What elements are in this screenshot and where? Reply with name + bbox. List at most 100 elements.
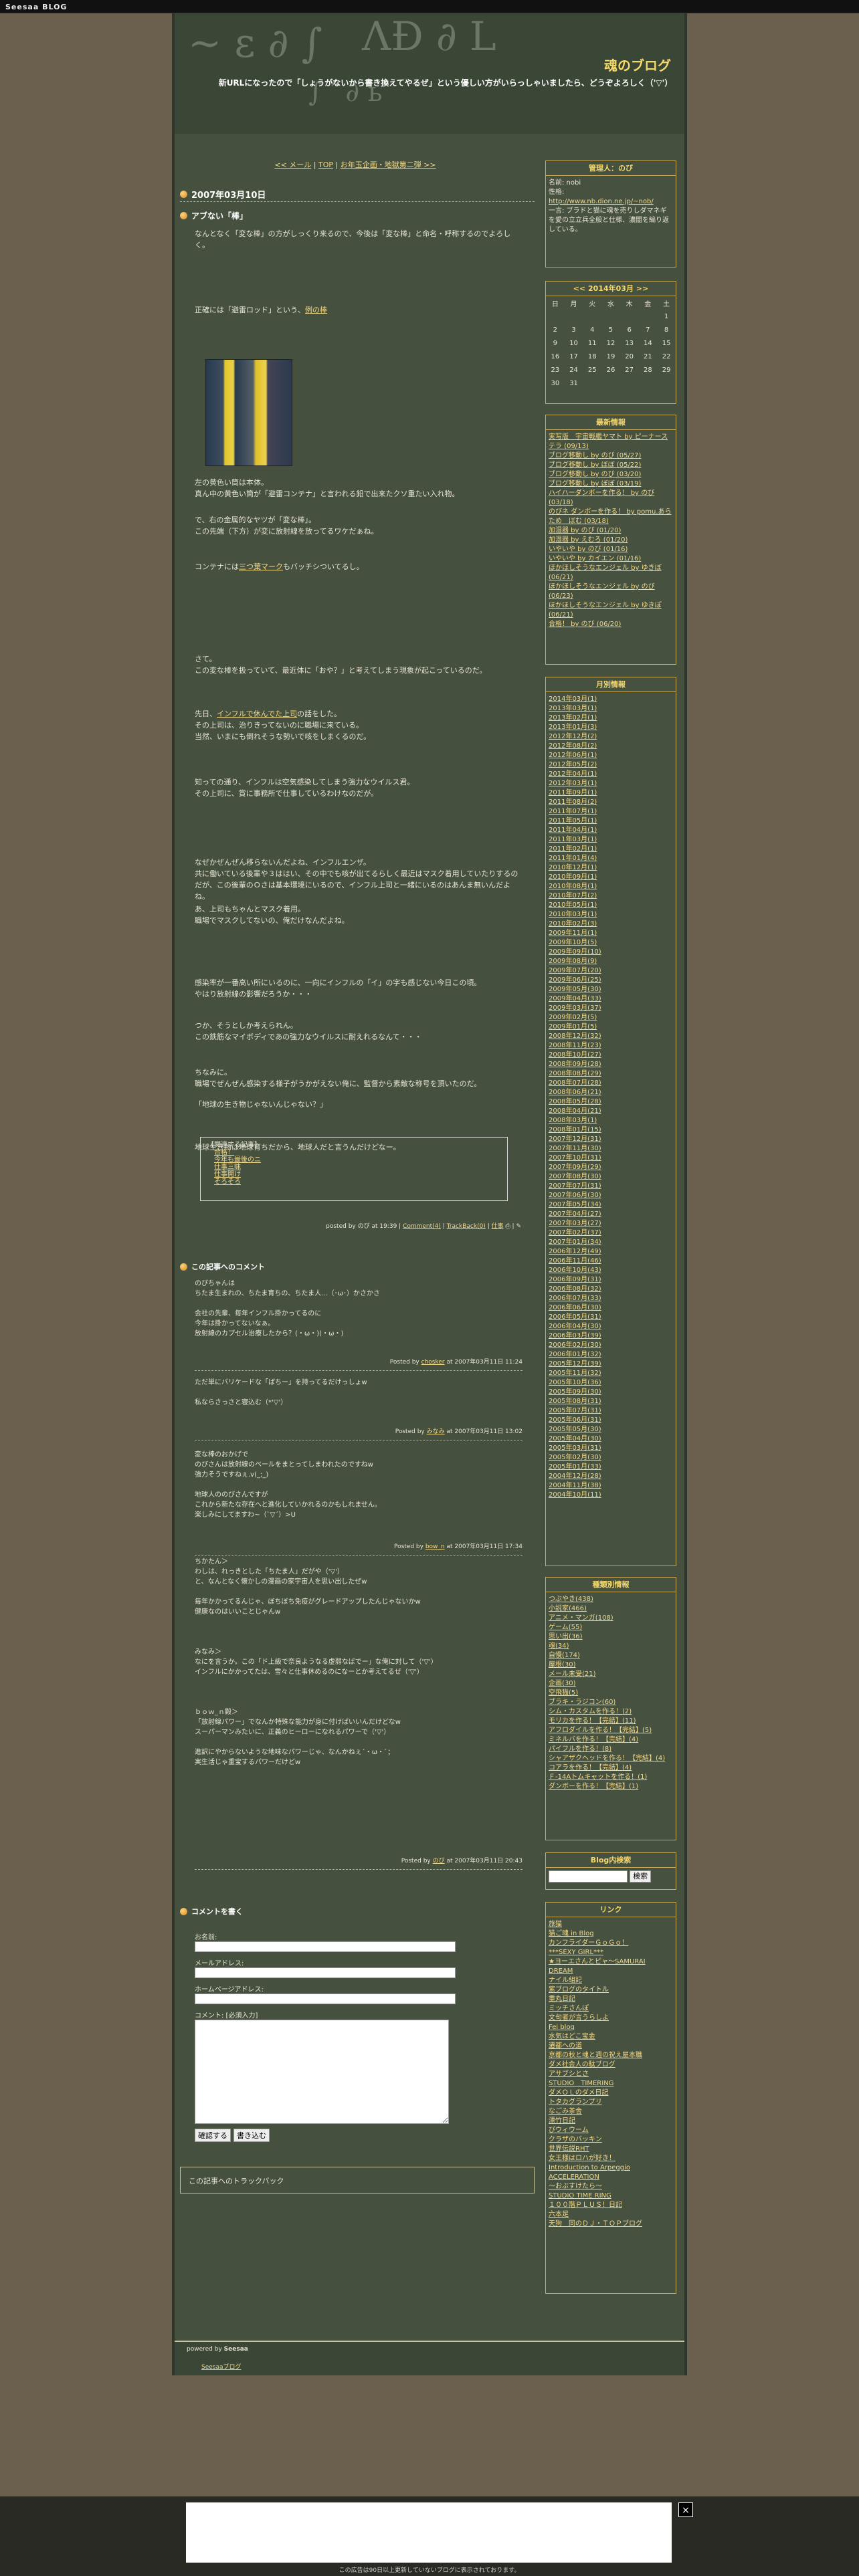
search-button[interactable]: 検索: [630, 1870, 652, 1883]
archive-link[interactable]: 2006年06月(30): [549, 1304, 601, 1311]
blogroll-link[interactable]: 猫ご魂 in Blog: [549, 1930, 594, 1937]
blogroll-link[interactable]: 重丸日記: [549, 1996, 575, 2003]
blogroll-link[interactable]: 女王様はロハが好き！: [549, 2155, 615, 2162]
category-link[interactable]: メール未受(21): [549, 1671, 596, 1678]
archive-link[interactable]: 2006年11月(46): [549, 1257, 601, 1265]
archive-link[interactable]: 2005年05月(30): [549, 1426, 601, 1433]
recent-item-link[interactable]: 加湿器 by のび (01/20): [549, 527, 621, 534]
blogroll-link[interactable]: ダメ社会人の駄ブログ: [549, 2061, 615, 2068]
comments-link[interactable]: Comment(4): [403, 1223, 441, 1230]
archive-link[interactable]: 2008年04月(21): [549, 1107, 601, 1115]
blogroll-link[interactable]: ACCELERATION: [549, 2173, 599, 2181]
related-link[interactable]: 仕事開け: [214, 1171, 241, 1178]
archive-link[interactable]: 2005年03月(31): [549, 1444, 601, 1452]
top-link[interactable]: TOP: [318, 160, 333, 169]
archive-link[interactable]: 2008年05月(28): [549, 1098, 601, 1105]
archive-link[interactable]: 2006年01月(32): [549, 1351, 601, 1358]
blogroll-link[interactable]: DREAM: [549, 1967, 573, 1975]
archive-link[interactable]: 2007年05月(34): [549, 1201, 601, 1208]
blogroll-link[interactable]: ぴウィウーム: [549, 2127, 589, 2134]
category-link[interactable]: シム・カスタムを作る！(2): [549, 1708, 632, 1715]
recent-item-link[interactable]: ブログ移動し by のび (05/27): [549, 452, 641, 459]
archive-link[interactable]: 2008年11月(23): [549, 1042, 601, 1049]
blogroll-link[interactable]: 六本足: [549, 2211, 569, 2218]
blogroll-link[interactable]: Introduction to Arpeggio: [549, 2164, 630, 2171]
homepage-input[interactable]: [195, 1994, 456, 2004]
archive-link[interactable]: 2011年07月(1): [549, 808, 597, 815]
blogroll-link[interactable]: 漂竹日記: [549, 2117, 575, 2125]
print-icon[interactable]: ⎙: [505, 1223, 510, 1230]
related-link[interactable]: 合格！: [214, 1149, 234, 1156]
archive-link[interactable]: 2006年12月(49): [549, 1248, 601, 1255]
blogroll-link[interactable]: Fei blog: [549, 2024, 575, 2031]
archive-link[interactable]: 2007年04月(27): [549, 1210, 601, 1218]
category-link[interactable]: 思い出(36): [549, 1633, 583, 1640]
archive-link[interactable]: 2010年03月(1): [549, 911, 597, 918]
archive-link[interactable]: 2010年07月(2): [549, 892, 597, 899]
archive-link[interactable]: 2012年03月(1): [549, 780, 597, 787]
archive-link[interactable]: 2012年06月(1): [549, 752, 597, 759]
archive-link[interactable]: 2008年12月(32): [549, 1033, 601, 1040]
blogroll-link[interactable]: 文句者が言うらしよ: [549, 2014, 609, 2022]
category-link[interactable]: つぶやき(438): [549, 1596, 593, 1603]
blogroll-link[interactable]: 天狗 同のＤＪ・ＴＯＰブログ: [549, 2220, 642, 2228]
archive-link[interactable]: 2012年12月(2): [549, 733, 597, 740]
commenter-link[interactable]: bow_n: [425, 1543, 445, 1550]
archive-link[interactable]: 2007年01月(34): [549, 1239, 601, 1246]
trackback-link[interactable]: TrackBack(0): [447, 1223, 486, 1230]
blogroll-link[interactable]: ダメＯＬのダメ日記: [549, 2089, 608, 2097]
admin-homepage-link[interactable]: http://www.nb.dion.ne.jp/~nob/: [549, 198, 654, 205]
archive-link[interactable]: 2005年10月(36): [549, 1379, 601, 1386]
archive-link[interactable]: 2006年10月(43): [549, 1267, 601, 1274]
entry-title[interactable]: アブない「棒」: [191, 210, 248, 221]
category-link[interactable]: 魂(34): [549, 1642, 569, 1650]
blogroll-link[interactable]: 世界伝説RHT: [549, 2145, 589, 2153]
category-link[interactable]: モリカを作る！【完結】(11): [549, 1717, 636, 1725]
submit-button[interactable]: 書き込む: [233, 2129, 270, 2142]
archive-link[interactable]: 2004年10月(11): [549, 1491, 601, 1499]
category-link[interactable]: 企画(30): [549, 1680, 576, 1687]
ad-box[interactable]: [186, 2502, 672, 2563]
recent-item-link[interactable]: 合格！ by のび (06/20): [549, 621, 621, 628]
close-icon[interactable]: ×: [678, 2502, 693, 2517]
commenter-link[interactable]: のび: [433, 1858, 445, 1864]
blogroll-link[interactable]: ミッチさんぽ: [549, 2005, 589, 2012]
archive-link[interactable]: 2004年12月(28): [549, 1473, 601, 1480]
archive-link[interactable]: 2011年05月(1): [549, 817, 597, 825]
archive-link[interactable]: 2005年06月(31): [549, 1416, 601, 1424]
blogroll-link[interactable]: アサブシとさ: [549, 2070, 589, 2078]
recent-item-link[interactable]: ほかほしそうなエンジェル by ゆきぽ (06/21): [549, 602, 662, 619]
archive-link[interactable]: 2007年10月(31): [549, 1154, 601, 1162]
archive-link[interactable]: 2010年08月(1): [549, 883, 597, 890]
recent-item-link[interactable]: いやいや by カイエン (01/16): [549, 555, 641, 562]
blogroll-link[interactable]: STUDIO TIME RING: [549, 2192, 611, 2199]
archive-link[interactable]: 2007年03月(27): [549, 1220, 601, 1227]
archive-link[interactable]: 2005年01月(33): [549, 1463, 601, 1471]
archive-link[interactable]: 2011年02月(1): [549, 845, 597, 853]
related-link[interactable]: 仕事三昧: [214, 1164, 241, 1171]
archive-link[interactable]: 2007年07月(31): [549, 1182, 601, 1190]
archive-link[interactable]: 2008年06月(21): [549, 1089, 601, 1096]
archive-link[interactable]: 2005年07月(31): [549, 1407, 601, 1414]
rod-photo[interactable]: [205, 359, 292, 466]
category-link[interactable]: アニメ・マンガ(108): [549, 1614, 613, 1622]
blogroll-link[interactable]: トタカグランプリ: [549, 2099, 602, 2106]
archive-link[interactable]: 2009年05月(30): [549, 986, 601, 993]
archive-link[interactable]: 2010年12月(1): [549, 864, 597, 871]
archive-link[interactable]: 2009年07月(20): [549, 967, 601, 974]
archive-link[interactable]: 2011年09月(1): [549, 789, 597, 796]
archive-link[interactable]: 2013年01月(3): [549, 724, 597, 731]
comment-textarea[interactable]: [195, 2020, 449, 2124]
archive-link[interactable]: 2013年03月(1): [549, 705, 597, 712]
blogroll-link[interactable]: ナイル組記: [549, 1977, 582, 1984]
archive-link[interactable]: 2010年05月(1): [549, 901, 597, 909]
seesaa-logo[interactable]: Seesaa BLOG: [5, 3, 67, 11]
archive-link[interactable]: 2005年08月(31): [549, 1398, 601, 1405]
prev-entry-link[interactable]: << メール: [274, 160, 311, 169]
archive-link[interactable]: 2013年02月(1): [549, 714, 597, 722]
blogroll-link[interactable]: １００階ＰＬＵＳ！日記: [549, 2202, 622, 2209]
next-entry-link[interactable]: お年玉企画・地獄第二弾 >>: [341, 160, 436, 169]
archive-link[interactable]: 2009年03月(37): [549, 1004, 601, 1012]
blogroll-link[interactable]: クラザのバッキン: [549, 2136, 602, 2143]
trefoil-link[interactable]: 三つ葉マーク: [239, 562, 283, 571]
